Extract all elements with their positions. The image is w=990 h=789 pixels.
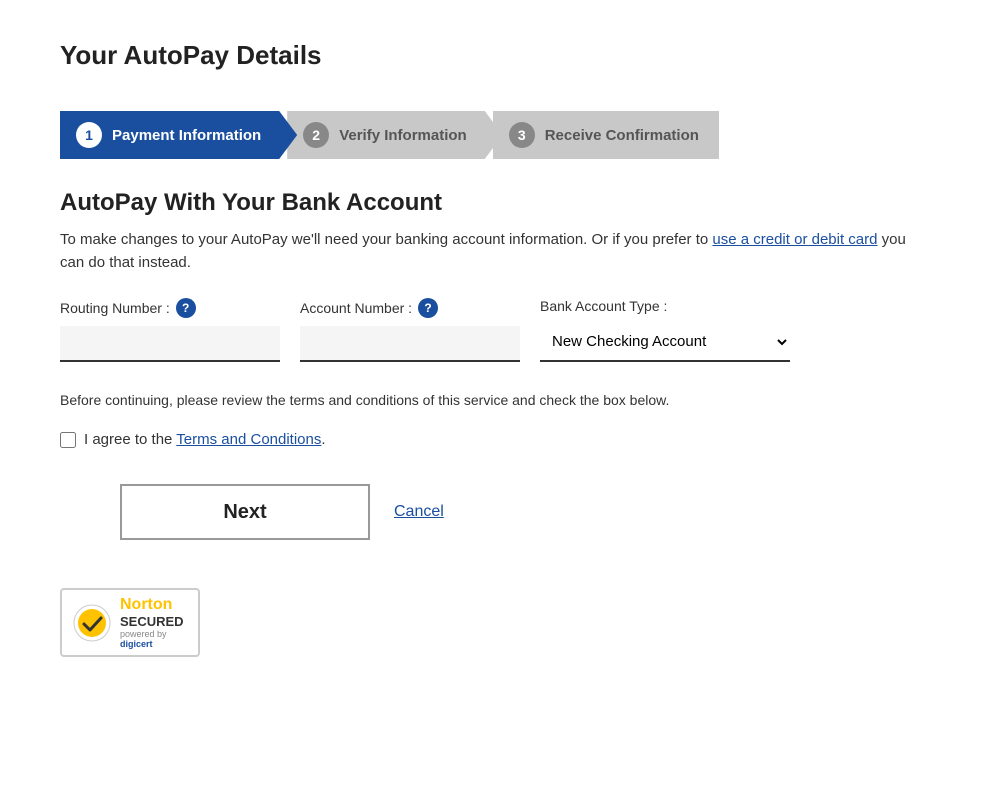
button-row: Next Cancel xyxy=(120,484,930,540)
step-1-label: Payment Information xyxy=(112,127,261,144)
step-3: 3 Receive Confirmation xyxy=(493,111,719,159)
step-2-num: 2 xyxy=(303,122,329,148)
account-number-group: Account Number : ? xyxy=(300,298,520,362)
checkbox-suffix: . xyxy=(321,431,325,448)
norton-powered-text: powered by xyxy=(120,629,184,639)
step-1-num: 1 xyxy=(76,122,102,148)
norton-brand: Norton xyxy=(120,596,184,614)
bank-type-select[interactable]: New Checking Account New Savings Account… xyxy=(540,322,790,362)
account-number-input[interactable] xyxy=(300,326,520,362)
terms-checkbox-label: I agree to the Terms and Conditions. xyxy=(84,431,326,448)
norton-badge: Norton SECURED powered by digicert xyxy=(60,588,200,657)
routing-label: Routing Number : ? xyxy=(60,298,280,318)
section-title: AutoPay With Your Bank Account xyxy=(60,189,930,217)
step-2: 2 Verify Information xyxy=(287,111,503,159)
form-row: Routing Number : ? Account Number : ? Ba… xyxy=(60,298,930,362)
checkbox-prefix: I agree to the xyxy=(84,431,176,448)
terms-notice: Before continuing, please review the ter… xyxy=(60,390,930,411)
step-2-label: Verify Information xyxy=(339,127,467,144)
account-label: Account Number : ? xyxy=(300,298,520,318)
norton-secured: SECURED xyxy=(120,614,184,629)
step-3-label: Receive Confirmation xyxy=(545,127,699,144)
step-1: 1 Payment Information xyxy=(60,111,297,159)
checkbox-row: I agree to the Terms and Conditions. xyxy=(60,431,930,448)
account-help-icon[interactable]: ? xyxy=(418,298,438,318)
next-button[interactable]: Next xyxy=(120,484,370,540)
cancel-button[interactable]: Cancel xyxy=(394,503,444,521)
bank-type-group: Bank Account Type : New Checking Account… xyxy=(540,298,790,362)
credit-card-link[interactable]: use a credit or debit card xyxy=(712,231,877,248)
description: To make changes to your AutoPay we'll ne… xyxy=(60,229,930,274)
routing-help-icon[interactable]: ? xyxy=(176,298,196,318)
routing-number-input[interactable] xyxy=(60,326,280,362)
norton-text: Norton SECURED powered by digicert xyxy=(120,596,184,649)
routing-number-group: Routing Number : ? xyxy=(60,298,280,362)
terms-link[interactable]: Terms and Conditions xyxy=(176,431,321,448)
step-3-num: 3 xyxy=(509,122,535,148)
terms-checkbox[interactable] xyxy=(60,432,76,448)
description-text-1: To make changes to your AutoPay we'll ne… xyxy=(60,231,712,248)
bank-type-label: Bank Account Type : xyxy=(540,298,790,314)
steps-bar: 1 Payment Information 2 Verify Informati… xyxy=(60,111,930,159)
norton-checkmark-icon xyxy=(72,603,112,643)
norton-digicert: digicert xyxy=(120,639,184,649)
page-title: Your AutoPay Details xyxy=(60,40,930,71)
